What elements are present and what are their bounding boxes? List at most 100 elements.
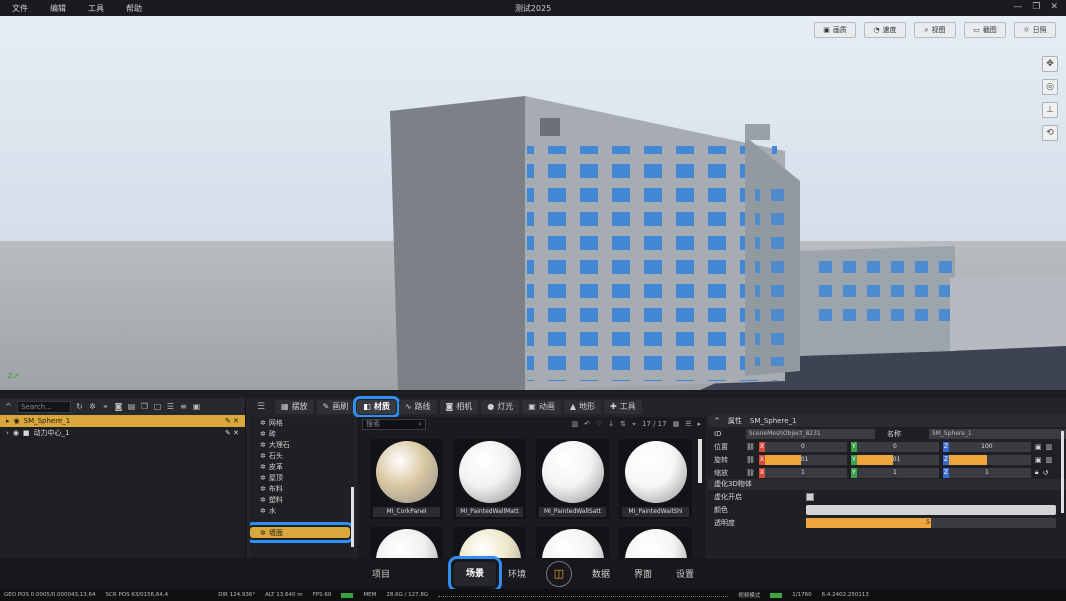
category-item[interactable]: ✲ 网格 [250,417,354,428]
tab-brush[interactable]: ✎ 画刷 [316,399,355,414]
opacity-slider[interactable]: .5 [806,517,1056,528]
material-search-input[interactable]: 搜索 ⌕ [362,418,426,430]
panel-icon[interactable]: ▣ [192,402,201,411]
menu-tools[interactable]: 工具 [88,3,104,14]
settings-icon[interactable]: ✲ [88,402,97,411]
undo-icon[interactable]: ↶ [584,420,590,429]
category-item[interactable]: ✲ 砖 [250,428,354,439]
category-item[interactable]: ✲ 石头 [250,450,354,461]
collapse-icon[interactable]: ^ [714,417,720,425]
position-x-field[interactable]: X0 [758,441,847,452]
visibility-icon[interactable]: ◉ [14,417,20,425]
tab-terrain[interactable]: ▲ 地形 [563,399,601,414]
tab-camera[interactable]: ◙ 相机 [439,399,479,414]
square-icon[interactable]: □ [153,402,162,411]
copy-icon[interactable]: ❐ [140,402,149,411]
save-icon[interactable]: ▣ [1035,456,1042,464]
virtual-on-checkbox[interactable] [806,492,814,501]
material-card[interactable]: MI_PaintedWallSatt [536,439,609,519]
3d-viewport[interactable]: ▣ 画质 ◔ 速度 ⌕ 视图 ▭ 截图 ☼ 日照 ✥ ◎ ⊥ ⟲ Z↗ [0,16,1066,390]
material-card[interactable]: MI_PaintedWallShi [619,439,692,519]
app-logo-icon[interactable]: ◫ [546,560,572,587]
material-card[interactable] [370,527,443,558]
sunlight-button[interactable]: ☼ 日照 [1014,22,1056,38]
category-item[interactable]: ✲ 皮革 [250,461,354,472]
position-z-field[interactable]: Z 100 [942,441,1031,452]
move-icon[interactable]: ✥ [1042,56,1058,72]
visibility-icon[interactable]: ◉ [13,429,19,437]
list-icon[interactable]: ☰ [166,402,175,411]
scale-x-field[interactable]: X1 [758,467,847,478]
properties-scrollbar[interactable] [1061,431,1064,513]
category-item[interactable]: ✲ 屋顶 [250,472,354,483]
tab-menu-icon[interactable]: ☰ [250,402,272,412]
category-item[interactable]: ✲ 水 [250,505,354,516]
tab-animation[interactable]: ▣ 动画 [522,399,561,414]
sort-icon[interactable]: ⇅ [620,420,626,429]
category-item-wall[interactable]: ✲ 墙面 [250,522,354,543]
axis-icon[interactable]: ⊥ [1042,102,1058,118]
row-actions[interactable]: ✎ ✕ [225,429,245,437]
nav-settings[interactable]: 设置 [664,567,706,580]
color-swatch[interactable] [806,504,1056,515]
nav-data[interactable]: 数据 [580,567,622,580]
trash-icon[interactable]: ▥ [1046,456,1053,464]
film-icon[interactable]: ▤ [127,402,136,411]
position-y-field[interactable]: Y0 [850,441,939,452]
nav-project[interactable]: 项目 [360,567,402,580]
timeline-track[interactable] [438,593,729,597]
outliner-row-sphere[interactable]: ▸ ◉ SM_Sphere_1 ✎ ✕ [0,415,245,427]
save-icon[interactable]: ▣ [1035,443,1042,451]
trash-icon[interactable]: ▥ [1046,443,1053,451]
video-mode[interactable]: 视频模式 [738,591,760,599]
nav-scene[interactable]: 场景 [448,555,502,592]
camera-icon[interactable]: ◙ [114,402,123,411]
id-field[interactable]: SceneMeshObject_8231 [745,428,876,439]
category-item[interactable]: ✲ 大理石 [250,439,354,450]
scale-z-field[interactable]: Z1 [942,467,1031,478]
list-view-icon[interactable]: ☰ [685,420,691,429]
rotation-x-field[interactable]: X .01 [758,454,847,465]
link-icon[interactable]: ⛓ [746,443,755,451]
collapse-icon[interactable]: ^ [4,402,13,411]
material-scrollbar[interactable] [698,439,702,483]
grid-view-icon[interactable]: ▦ [673,420,680,429]
category-item[interactable]: ✲ 布料 [250,483,354,494]
speed-button[interactable]: ◔ 速度 [864,22,906,38]
download-icon[interactable]: ↓ [608,420,614,429]
maximize-icon[interactable]: ❐ [1032,2,1040,12]
name-field[interactable]: SM_Sphere_1 [928,428,1066,439]
link-icon[interactable]: ⛓ [746,469,755,477]
rotation-z-field[interactable]: Z [942,454,1031,465]
material-card[interactable] [536,527,609,558]
virtual-section-header[interactable]: 虚化3D物体 [708,479,1066,490]
view-button[interactable]: ⌕ 视图 [914,22,956,38]
expand-icon[interactable]: ▸ [6,417,10,425]
scale-y-field[interactable]: Y1 [850,467,939,478]
outliner-search-input[interactable]: Search... [17,400,71,413]
rotation-y-field[interactable]: Y .01 [850,454,939,465]
menu-edit[interactable]: 编辑 [50,3,66,14]
row-actions[interactable]: ✎ ✕ [225,417,245,425]
expand-icon[interactable]: › [6,429,9,437]
refresh-icon[interactable]: ↻ [75,402,84,411]
material-card[interactable]: MI_CorkPanel [370,439,443,519]
tab-place[interactable]: ▦ 摆放 [275,399,314,414]
filter-icon[interactable]: ⌖ [632,420,636,429]
rotate-icon[interactable]: ⟲ [1042,125,1058,141]
material-card[interactable] [453,527,526,558]
close-icon[interactable]: ✕ [1050,2,1058,12]
material-card[interactable] [619,527,692,558]
category-item[interactable]: ✲ 塑料 [250,494,354,505]
tab-route[interactable]: ∿ 路线 [398,399,437,414]
folder-icon[interactable]: ▥ [571,420,578,429]
nav-interface[interactable]: 界面 [622,567,664,580]
reset-icon[interactable]: ↺ [1043,469,1049,477]
link-icon[interactable]: ⛓ [746,456,755,464]
tab-light[interactable]: ● 灯光 [481,399,520,414]
tab-tools[interactable]: ✚ 工具 [604,399,642,414]
heart-icon[interactable]: ♡ [596,420,602,429]
orbit-icon[interactable]: ◎ [1042,79,1058,95]
minimize-icon[interactable]: — [1013,2,1022,12]
nav-environment[interactable]: 环境 [496,567,538,580]
